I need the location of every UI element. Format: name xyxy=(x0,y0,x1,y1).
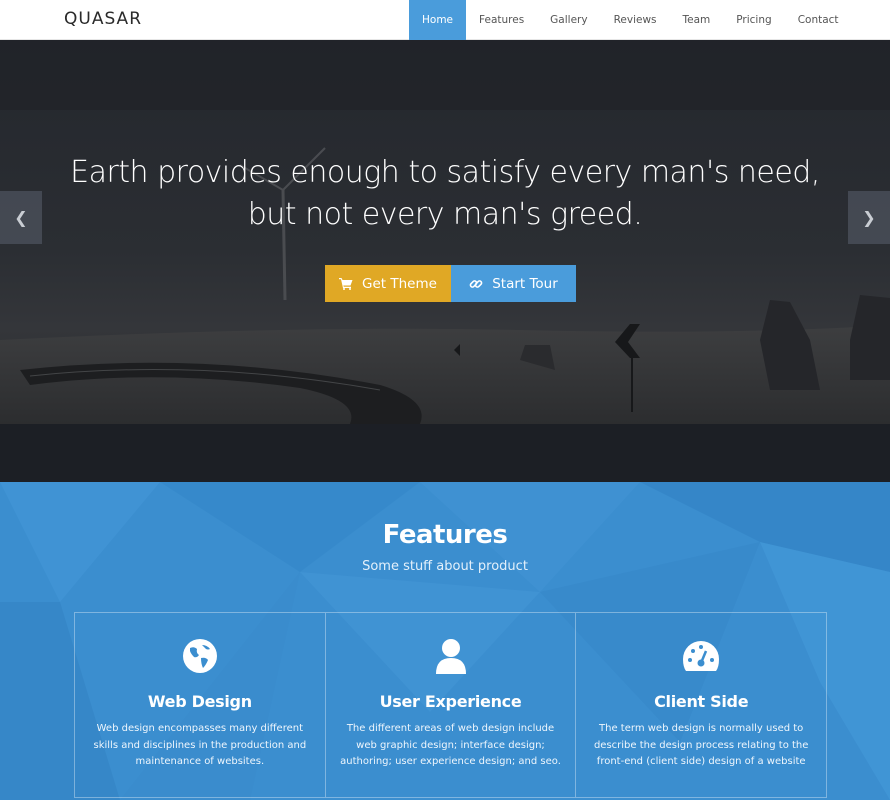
nav-item-features[interactable]: Features xyxy=(466,0,537,40)
hero-buttons: Get Theme Start Tour xyxy=(325,265,576,302)
feature-title: User Experience xyxy=(379,692,522,711)
slider-next-button[interactable]: ❯ xyxy=(848,191,890,244)
feature-card-web-design: Web Design Web design encompasses many d… xyxy=(75,613,325,797)
start-tour-button[interactable]: Start Tour xyxy=(451,265,576,302)
hero-heading: Earth provides enough to satisfy every m… xyxy=(0,152,890,236)
feature-card-client-side: Client Side The term web design is norma… xyxy=(575,613,826,797)
start-tour-label: Start Tour xyxy=(492,275,558,292)
nav-item-reviews[interactable]: Reviews xyxy=(601,0,670,40)
user-icon xyxy=(326,637,576,675)
feature-title: Web Design xyxy=(147,692,252,711)
hero-heading-line-2: but not every man's greed. xyxy=(247,197,643,232)
main-nav: Home Features Gallery Reviews Team Prici… xyxy=(409,0,852,40)
nav-item-contact[interactable]: Contact xyxy=(785,0,852,40)
nav-item-pricing[interactable]: Pricing xyxy=(723,0,784,40)
shopping-cart-icon xyxy=(339,277,353,290)
feature-description: Web design encompasses many different sk… xyxy=(93,723,307,767)
nav-item-gallery[interactable]: Gallery xyxy=(537,0,600,40)
chevron-right-icon: ❯ xyxy=(862,208,876,227)
feature-title: Client Side xyxy=(654,692,749,711)
dashboard-icon xyxy=(576,637,826,675)
get-theme-button[interactable]: Get Theme xyxy=(325,265,451,302)
brand-logo[interactable]: QUASAR xyxy=(64,0,142,40)
slider-prev-button[interactable]: ❮ xyxy=(0,191,42,244)
feature-cards: Web Design Web design encompasses many d… xyxy=(74,612,827,798)
nav-item-team[interactable]: Team xyxy=(670,0,724,40)
features-subheading: Some stuff about product xyxy=(362,559,528,574)
nav-item-home[interactable]: Home xyxy=(409,0,467,40)
globe-icon xyxy=(75,637,325,675)
features-section: Features Some stuff about product Web De… xyxy=(0,482,890,800)
hero-heading-line-1: Earth provides enough to satisfy every m… xyxy=(70,155,820,190)
hero-slider: Earth provides enough to satisfy every m… xyxy=(0,40,890,482)
feature-card-user-experience: User Experience The different areas of w… xyxy=(324,613,576,797)
feature-description: The term web design is normally used to … xyxy=(593,723,809,767)
get-theme-label: Get Theme xyxy=(362,275,437,292)
features-heading: Features xyxy=(382,520,508,550)
link-icon xyxy=(469,277,483,291)
top-navbar: QUASAR Home Features Gallery Reviews Tea… xyxy=(0,0,890,40)
chevron-left-icon: ❮ xyxy=(14,208,28,227)
feature-description: The different areas of web design includ… xyxy=(340,723,561,767)
